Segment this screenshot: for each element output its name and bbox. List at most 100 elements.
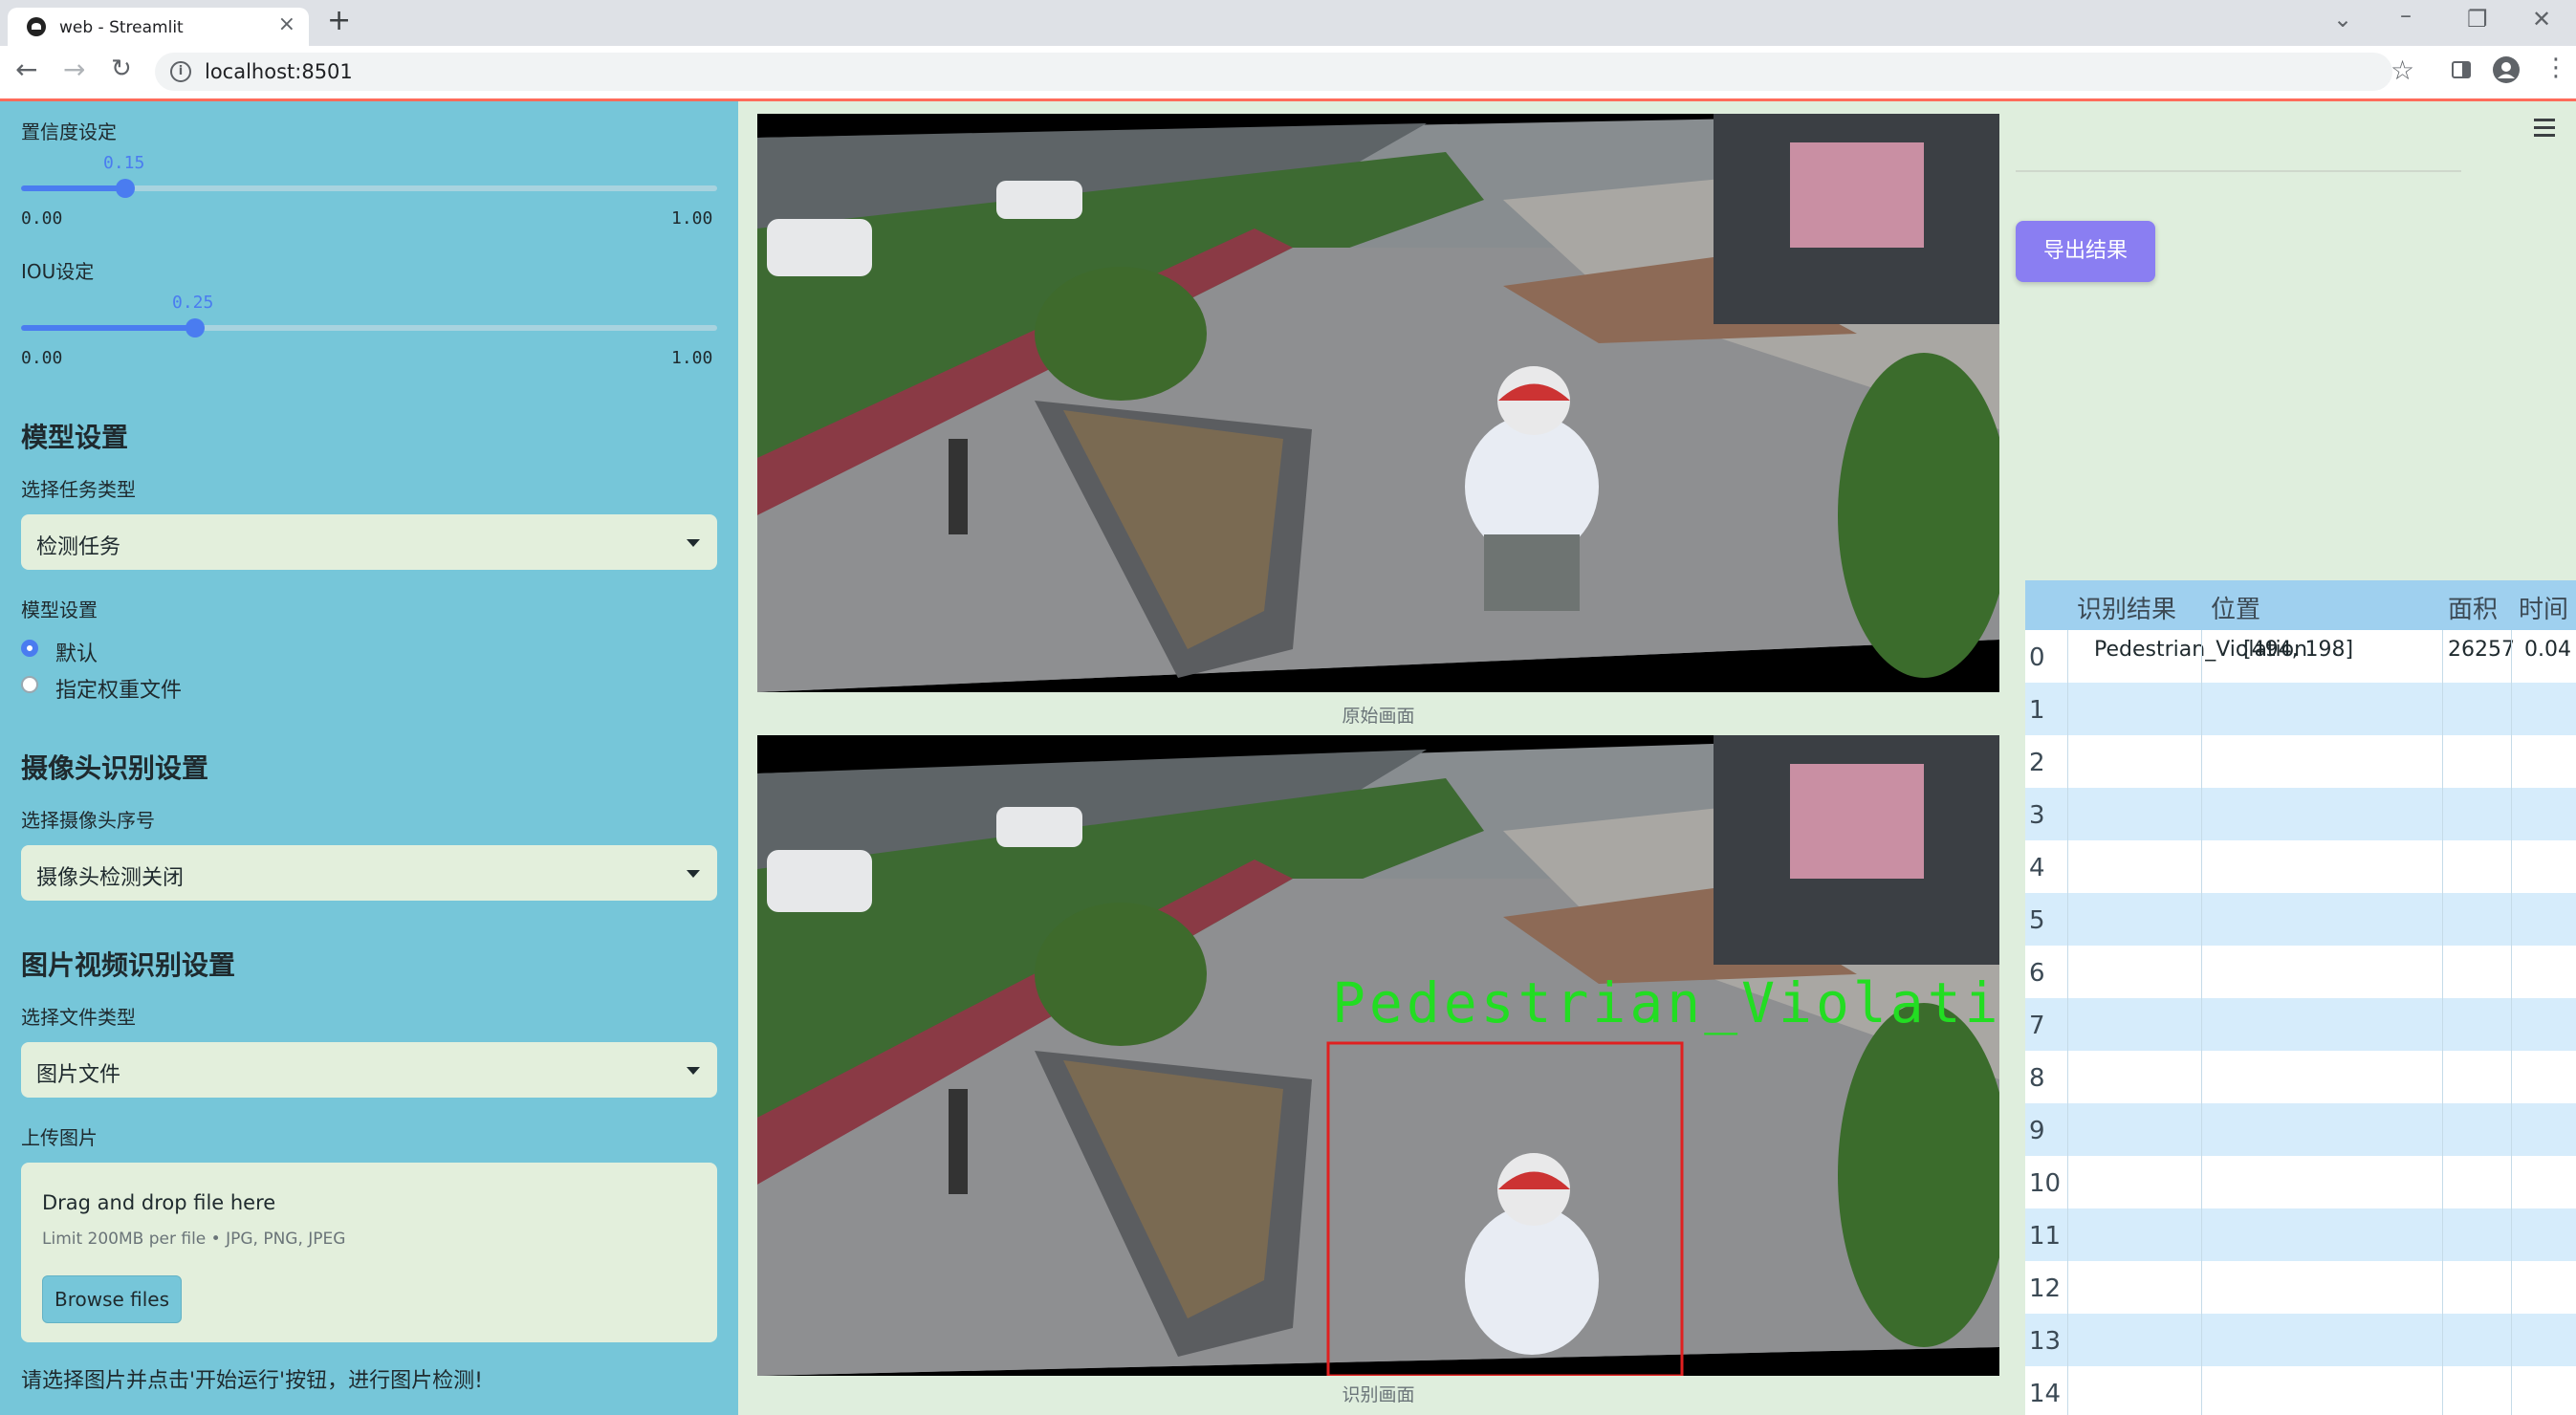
radio-default-label: 默认 [55,642,98,666]
site-info-icon[interactable]: i [170,61,191,82]
sidebar: 置信度设定 0.15 0.00 1.00 IOU设定 0.25 0.00 1.0… [0,101,738,1415]
browser-tab[interactable]: web - Streamlit × [8,8,309,46]
iou-slider-thumb[interactable] [186,318,205,337]
radio-custom-label: 指定权重文件 [55,679,183,703]
cell-time: 0.04 [2524,638,2571,662]
chevron-down-icon [687,539,700,547]
back-icon[interactable]: ← [15,54,37,85]
confidence-slider-thumb[interactable] [116,179,136,198]
confidence-slider[interactable] [21,179,717,198]
row-index: 7 [2029,1012,2045,1040]
camera-index-label: 选择摄像头序号 [21,809,155,832]
upload-label: 上传图片 [21,1126,98,1149]
side-panel-icon[interactable] [2450,58,2473,85]
divider [2016,170,2461,172]
file-dropzone[interactable]: Drag and drop file here Limit 200MB per … [21,1163,717,1342]
column-header-position[interactable]: 位置 [2211,590,2260,625]
dropzone-limit: Limit 200MB per file • JPG, PNG, JPEG [42,1230,346,1249]
iou-label: IOU设定 [21,260,95,283]
iou-min: 0.00 [21,348,63,368]
minimize-icon[interactable]: – [2400,2,2412,29]
table-row[interactable]: 9 [2025,1103,2576,1156]
streamlit-favicon-icon [27,17,46,36]
table-row[interactable]: 2 [2025,735,2576,788]
column-header-area[interactable]: 面积 [2448,590,2498,625]
detection-label: Pedestrian_Violation [1332,970,1999,1035]
column-divider [2511,630,2512,1415]
row-index: 10 [2029,1169,2062,1198]
browse-files-button[interactable]: Browse files [42,1275,182,1323]
export-results-button[interactable]: 导出结果 [2016,221,2155,282]
cell-position: [494, 198] [2243,638,2354,662]
column-divider [2442,630,2443,1415]
browser-menu-icon[interactable]: ⋮ [2543,54,2568,82]
window-close-icon[interactable]: ✕ [2532,6,2551,33]
table-row[interactable]: 6 [2025,946,2576,998]
result-image: Pedestrian_Violation [757,735,1999,1376]
row-index: 3 [2029,801,2045,830]
row-index: 6 [2029,959,2045,988]
file-type-label: 选择文件类型 [21,1006,136,1029]
confidence-max: 1.00 [671,208,713,229]
table-row[interactable]: 0 Pedestrian_Violation [494, 198] 26257 0.04 [2025,630,2576,683]
forward-icon[interactable]: → [63,54,85,85]
row-index: 12 [2029,1274,2062,1303]
file-type-select[interactable]: 图片文件 [21,1042,717,1098]
result-caption: 识别画面 [1342,1384,1415,1405]
row-index: 8 [2029,1064,2045,1093]
new-tab-icon[interactable]: + [327,4,351,37]
browser-toolbar: ← → ↻ i localhost:8501 ☆ ⋮ [0,46,2576,100]
table-row[interactable]: 4 [2025,840,2576,893]
iou-max: 1.00 [671,348,713,368]
row-index: 0 [2029,643,2045,672]
hint-text: 请选择图片并点击'开始运行'按钮，进行图片检测! [21,1369,483,1393]
camera-value: 摄像头检测关闭 [36,866,185,890]
confidence-label: 置信度设定 [21,120,117,143]
bookmark-star-icon[interactable]: ☆ [2390,54,2414,86]
row-index: 14 [2029,1380,2062,1408]
table-row[interactable]: 7 [2025,998,2576,1051]
dropzone-text: Drag and drop file here [42,1191,276,1214]
results-table[interactable]: 识别结果 位置 面积 时间 0 Pedestrian_Violation [494,… [2025,580,2576,1415]
table-row[interactable]: 13 [2025,1314,2576,1366]
confidence-value: 0.15 [103,153,145,173]
restore-icon[interactable]: ❐ [2467,6,2488,33]
table-row[interactable]: 11 [2025,1208,2576,1261]
radio-unselected-icon [21,676,38,693]
chevron-down-icon [687,870,700,878]
address-url: localhost:8501 [205,60,353,83]
row-index: 1 [2029,696,2045,725]
model-settings-header: 模型设置 [21,422,129,453]
table-row[interactable]: 3 [2025,788,2576,840]
column-header-result[interactable]: 识别结果 [2077,590,2176,625]
cell-area: 26257 [2448,638,2515,662]
task-type-select[interactable]: 检测任务 [21,514,717,570]
reload-icon[interactable]: ↻ [111,54,132,83]
tab-close-icon[interactable]: × [278,12,295,36]
tab-title: web - Streamlit [59,18,184,37]
tab-search-icon[interactable]: ⌄ [2333,6,2352,33]
file-type-value: 图片文件 [36,1063,121,1087]
iou-slider[interactable] [21,318,717,337]
app-menu-icon[interactable] [2534,119,2555,142]
chevron-down-icon [687,1067,700,1075]
confidence-min: 0.00 [21,208,63,229]
column-header-time[interactable]: 时间 [2519,590,2568,625]
table-row[interactable]: 1 [2025,683,2576,735]
camera-settings-header: 摄像头识别设置 [21,752,209,784]
column-divider [2067,630,2068,1415]
table-row[interactable]: 8 [2025,1051,2576,1103]
table-row[interactable]: 12 [2025,1261,2576,1314]
confidence-slider-fill [21,185,126,191]
table-row[interactable]: 14 [2025,1366,2576,1415]
camera-select[interactable]: 摄像头检测关闭 [21,845,717,901]
address-bar[interactable]: i localhost:8501 [155,53,2392,91]
profile-avatar-icon[interactable] [2492,55,2521,88]
file-settings-header: 图片视频识别设置 [21,949,236,981]
column-divider [2201,630,2202,1415]
table-row[interactable]: 10 [2025,1156,2576,1208]
row-index: 2 [2029,749,2045,777]
task-type-label: 选择任务类型 [21,478,136,501]
table-row[interactable]: 5 [2025,893,2576,946]
original-image [757,114,1999,692]
